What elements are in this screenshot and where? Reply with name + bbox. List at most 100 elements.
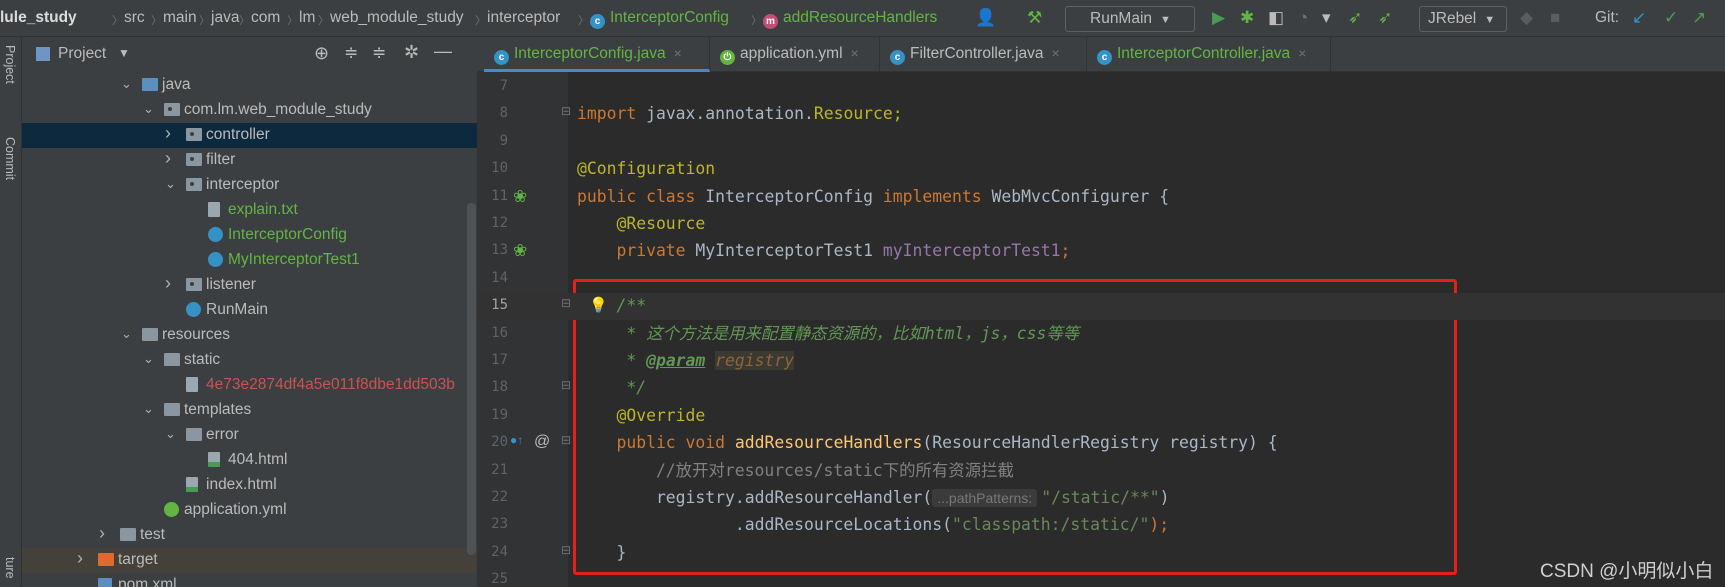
code-line[interactable]: private MyInterceptorTest1 myInterceptor… xyxy=(577,241,1070,261)
tab-application-yml[interactable]: ⏻ application.yml × xyxy=(710,37,880,72)
tree-item[interactable]: InterceptorConfig xyxy=(22,223,477,248)
fold-marker-icon[interactable]: ⊟ xyxy=(561,104,571,118)
code-line[interactable]: * @param registry xyxy=(577,351,795,371)
chevron-down-icon[interactable]: ⌄ xyxy=(121,76,132,92)
breadcrumb-item[interactable]: lule_study xyxy=(0,9,77,27)
project-tool-button[interactable]: Project xyxy=(3,45,17,84)
locate-icon[interactable]: ⊕ xyxy=(314,43,329,64)
tree-item[interactable]: › filter xyxy=(22,148,477,173)
tab-filtercontroller-java[interactable]: c FilterController.java × xyxy=(880,37,1087,72)
code-line[interactable]: //放开对resources/static下的所有资源拦截 xyxy=(577,461,1014,481)
close-icon[interactable]: × xyxy=(1052,45,1060,61)
code-line[interactable]: @Resource xyxy=(577,214,705,234)
breadcrumb-item[interactable]: main xyxy=(163,9,197,27)
git-update-icon[interactable]: ➶ xyxy=(1378,8,1392,28)
profile-icon[interactable]: ◔ xyxy=(1298,8,1308,28)
tree-item[interactable]: 4e73e2874df4a5e011f8dbe1dd503b xyxy=(22,373,477,398)
tree-item[interactable]: › test xyxy=(22,523,477,548)
tree-item[interactable]: ⌄ com.lm.web_module_study xyxy=(22,98,477,123)
chevron-right-icon[interactable]: › xyxy=(99,523,105,544)
chevron-right-icon[interactable]: › xyxy=(165,148,171,169)
tree-item[interactable]: ⌄ resources xyxy=(22,323,477,348)
code-line[interactable]: */ xyxy=(577,378,646,398)
tab-interceptorconfig-java[interactable]: c InterceptorConfig.java × xyxy=(484,37,710,72)
code-line[interactable]: * 这个方法是用来配置静态资源的，比如html，js，css等等 xyxy=(577,324,1079,344)
collapse-all-icon[interactable]: ≑ xyxy=(372,43,386,63)
git-push-icon[interactable]: ↙ xyxy=(1632,8,1646,28)
git-push-icon[interactable]: ✓ xyxy=(1664,8,1678,28)
expand-all-icon[interactable]: ≑ xyxy=(344,43,358,63)
tree-item[interactable]: 404.html xyxy=(22,448,477,473)
chevron-right-icon[interactable]: › xyxy=(165,273,171,294)
gear-icon[interactable]: ✲ xyxy=(404,42,419,63)
structure-tool-button[interactable]: ture xyxy=(3,557,17,579)
code-line[interactable]: public void addResourceHandlers(Resource… xyxy=(577,433,1277,453)
intention-bulb-icon[interactable]: 💡 xyxy=(589,296,608,314)
chevron-right-icon[interactable]: › xyxy=(77,548,83,569)
close-icon[interactable]: × xyxy=(674,45,682,61)
request-mapping-icon[interactable]: @ xyxy=(534,433,550,451)
spring-bean-icon[interactable]: ❀ xyxy=(513,241,527,261)
tree-item[interactable]: MyInterceptorTest1 xyxy=(22,248,477,273)
fold-marker-icon[interactable]: ⊟ xyxy=(561,433,571,447)
run-config-dropdown[interactable]: RunMain ▼ xyxy=(1065,6,1195,32)
code-line[interactable]: @Configuration xyxy=(577,159,715,179)
tree-item[interactable]: application.yml xyxy=(22,498,477,523)
git-push-icon[interactable]: ↗ xyxy=(1692,8,1706,28)
code-line[interactable]: .addResourceLocations("classpath:/static… xyxy=(577,515,1169,535)
tree-item[interactable]: index.html xyxy=(22,473,477,498)
tree-item[interactable]: ⌄ java xyxy=(22,73,477,98)
commit-tool-button[interactable]: Commit xyxy=(3,137,17,180)
close-icon[interactable]: × xyxy=(851,45,859,61)
chevron-down-icon[interactable]: ▼ xyxy=(118,46,130,60)
breadcrumb-item[interactable]: m addResourceHandlers xyxy=(763,9,937,29)
fold-marker-icon[interactable]: ⊟ xyxy=(561,296,571,310)
tree-item[interactable]: ⌄ interceptor xyxy=(22,173,477,198)
tree-item[interactable]: › listener xyxy=(22,273,477,298)
breadcrumb-item[interactable]: interceptor xyxy=(487,9,560,27)
code-line[interactable]: import javax.annotation.Resource; xyxy=(577,104,903,124)
jrebel-debug-icon[interactable]: ➶ xyxy=(1348,8,1362,28)
breadcrumb-item[interactable]: lm xyxy=(299,9,315,27)
hide-icon[interactable]: — xyxy=(434,41,452,62)
tree-item[interactable]: pom.xml xyxy=(22,573,477,587)
tree-item[interactable]: ⌄ templates xyxy=(22,398,477,423)
tree-scrollbar[interactable] xyxy=(467,203,476,555)
code-line[interactable]: /** xyxy=(577,296,646,316)
run-icon[interactable]: ▶ xyxy=(1212,8,1225,28)
tree-item[interactable]: › controller xyxy=(22,123,477,148)
code-line[interactable]: @Override xyxy=(577,406,705,426)
user-icon[interactable]: 👤 xyxy=(975,8,996,28)
chevron-down-icon[interactable]: ⌄ xyxy=(143,401,154,417)
tree-item[interactable]: ⌄ static xyxy=(22,348,477,373)
tree-item[interactable]: explain.txt xyxy=(22,198,477,223)
tree-item[interactable]: RunMain xyxy=(22,298,477,323)
close-icon[interactable]: × xyxy=(1298,45,1306,61)
debug-icon[interactable]: ✱ xyxy=(1240,8,1254,28)
chevron-down-icon[interactable]: ⌄ xyxy=(165,176,176,192)
code-line[interactable]: } xyxy=(577,543,626,563)
breadcrumb-item[interactable]: web_module_study xyxy=(330,9,464,27)
jrebel-dropdown[interactable]: JRebel ▼ xyxy=(1419,6,1507,32)
spring-bean-icon[interactable]: ❀ xyxy=(513,187,527,207)
git-push-icon[interactable]: ■ xyxy=(1550,8,1560,28)
chevron-down-icon[interactable]: ⌄ xyxy=(165,426,176,442)
chevron-down-icon[interactable]: ⌄ xyxy=(143,351,154,367)
breadcrumb-item[interactable]: src xyxy=(124,9,145,27)
tab-interceptorcontroller-java[interactable]: c InterceptorController.java × xyxy=(1087,37,1331,72)
tree-item[interactable]: › target xyxy=(22,548,477,573)
git-commit-icon[interactable]: ◆ xyxy=(1520,8,1533,28)
code-line[interactable]: registry.addResourceHandler(...pathPatte… xyxy=(577,488,1170,508)
chevron-down-icon[interactable]: ⌄ xyxy=(143,101,154,117)
fold-marker-icon[interactable]: ⊟ xyxy=(561,543,571,557)
breadcrumb-item[interactable]: com xyxy=(251,9,280,27)
fold-marker-icon[interactable]: ⊟ xyxy=(561,378,571,392)
chevron-right-icon[interactable]: › xyxy=(165,123,171,144)
chevron-down-icon[interactable]: ⌄ xyxy=(121,326,132,342)
project-view-selector[interactable]: Project xyxy=(58,45,106,63)
breadcrumb-item[interactable]: java xyxy=(211,9,239,27)
coverage-icon[interactable]: ◧ xyxy=(1268,8,1284,28)
override-method-icon[interactable]: ●↑ xyxy=(510,433,523,447)
code-line[interactable]: public class InterceptorConfig implement… xyxy=(577,187,1169,207)
breadcrumb-item[interactable]: c InterceptorConfig xyxy=(590,9,729,29)
